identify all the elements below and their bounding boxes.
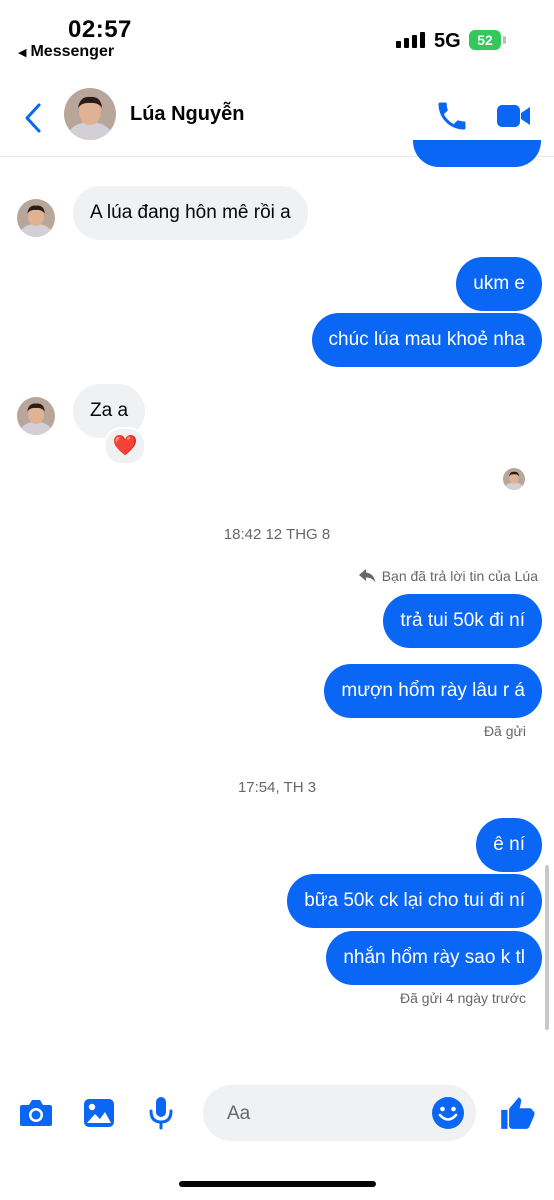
outgoing-message[interactable]: mượn hổm rày lâu r á bbox=[324, 664, 542, 718]
network-type: 5G bbox=[434, 30, 461, 52]
previous-message-bubble[interactable] bbox=[413, 140, 541, 167]
video-call-button[interactable] bbox=[494, 96, 534, 136]
voice-button[interactable] bbox=[141, 1093, 181, 1133]
gallery-button[interactable] bbox=[79, 1093, 119, 1133]
signal-icon bbox=[396, 32, 425, 48]
back-to-app-link[interactable]: ◀ Messenger bbox=[18, 43, 114, 61]
image-icon bbox=[84, 1099, 114, 1127]
seen-avatar bbox=[503, 468, 525, 490]
contact-name[interactable]: Lúa Nguyễn bbox=[130, 103, 244, 126]
back-app-label: Messenger bbox=[30, 43, 115, 60]
avatar-image bbox=[64, 88, 116, 140]
scrollbar[interactable] bbox=[545, 865, 549, 1030]
incoming-message[interactable]: A lúa đang hôn mê rồi a bbox=[73, 186, 308, 240]
battery-level: 52 bbox=[477, 32, 493, 48]
like-button[interactable] bbox=[495, 1091, 539, 1135]
avatar-image bbox=[503, 468, 525, 490]
phone-icon bbox=[438, 102, 466, 130]
outgoing-message[interactable]: trả tui 50k đi ní bbox=[383, 594, 542, 648]
reply-note-text: Bạn đã trả lời tin của Lúa bbox=[381, 568, 538, 584]
message-composer[interactable] bbox=[203, 1085, 476, 1143]
reply-arrow-icon bbox=[358, 569, 376, 583]
outgoing-message[interactable]: bữa 50k ck lại cho tui đi ní bbox=[287, 874, 542, 928]
outgoing-message[interactable]: ukm e bbox=[456, 257, 542, 311]
status-time: 02:57 bbox=[68, 16, 132, 43]
camera-button[interactable] bbox=[16, 1093, 56, 1133]
timestamp-divider: 18:42 12 THG 8 bbox=[223, 526, 331, 543]
avatar-image bbox=[17, 397, 55, 435]
home-indicator bbox=[179, 1181, 376, 1187]
back-triangle-icon: ◀ bbox=[18, 46, 27, 59]
camera-icon bbox=[20, 1100, 52, 1126]
emoji-button[interactable] bbox=[429, 1094, 467, 1132]
microphone-icon bbox=[149, 1097, 173, 1130]
reaction-badge[interactable]: ❤️ bbox=[104, 427, 146, 465]
battery-icon: 52 bbox=[469, 30, 501, 50]
back-button[interactable] bbox=[18, 98, 48, 138]
sender-avatar[interactable] bbox=[17, 397, 55, 435]
battery-tip bbox=[503, 36, 506, 44]
call-button[interactable] bbox=[432, 96, 472, 136]
outgoing-message[interactable]: chúc lúa mau khoẻ nha bbox=[311, 313, 542, 367]
outgoing-message[interactable]: nhắn hổm rày sao k tl bbox=[326, 931, 542, 985]
reply-indicator: Bạn đã trả lời tin của Lúa bbox=[358, 568, 538, 584]
video-camera-icon bbox=[497, 105, 530, 127]
avatar-image bbox=[17, 199, 55, 237]
contact-avatar[interactable] bbox=[64, 88, 116, 140]
sender-avatar[interactable] bbox=[17, 199, 55, 237]
smiley-icon bbox=[432, 1097, 464, 1129]
heart-reaction-icon: ❤️ bbox=[112, 435, 138, 457]
chevron-left-icon bbox=[25, 103, 41, 133]
timestamp-divider: 17:54, TH 3 bbox=[237, 779, 317, 796]
thumbs-up-icon bbox=[501, 1097, 535, 1129]
message-input[interactable] bbox=[225, 1085, 419, 1143]
outgoing-message[interactable]: ê ní bbox=[476, 818, 542, 872]
message-status: Đã gửi bbox=[483, 723, 526, 739]
message-status: Đã gửi 4 ngày trước bbox=[400, 990, 526, 1006]
